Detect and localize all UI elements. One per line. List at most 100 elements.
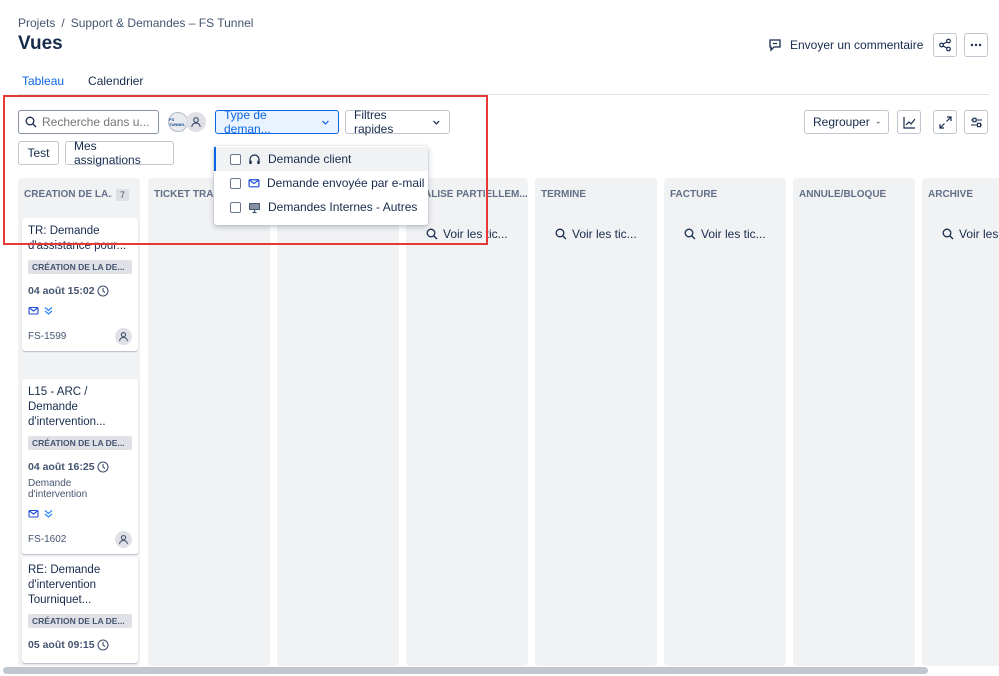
card-due-date: 05 août 09:15	[28, 639, 132, 651]
feedback-label: Envoyer un commentaire	[790, 38, 924, 52]
group-by-button[interactable]: Regrouper	[804, 110, 889, 134]
option-checkbox[interactable]	[230, 153, 241, 165]
clock-icon	[96, 285, 109, 297]
search-input[interactable]	[42, 115, 152, 129]
card-date-text: 04 août 15:02	[28, 285, 95, 297]
person-icon	[119, 332, 128, 342]
column-annule-bloque: ANNULÉ/BLOQUÉ	[793, 178, 915, 666]
column-hidden	[277, 178, 399, 666]
view-tickets-link[interactable]: Voir les tic...	[555, 227, 637, 241]
card-request-type: Demande d'intervention	[28, 478, 88, 500]
breadcrumb: Projets / Support & Demandes – FS Tunnel	[18, 16, 253, 30]
search-icon	[25, 116, 37, 128]
board-card[interactable]: TR: Demande d'assistance pour... CRÉATIO…	[22, 218, 138, 351]
search-icon	[942, 228, 954, 240]
page-title: Vues	[18, 33, 63, 54]
column-count: 7	[116, 189, 130, 201]
view-tabs: Tableau Calendrier	[18, 74, 147, 96]
card-key[interactable]: FS-1599	[28, 331, 66, 342]
breadcrumb-project-link[interactable]: Support & Demandes – FS Tunnel	[71, 16, 254, 30]
sliders-icon	[970, 117, 982, 127]
breadcrumb-projects-link[interactable]: Projets	[18, 16, 55, 30]
chevron-down-icon	[876, 121, 880, 124]
status-badge: CRÉATION DE LA DE...	[28, 614, 132, 628]
board-card[interactable]: L15 - ARC / Demande d'intervention... CR…	[22, 379, 138, 554]
person-icon	[191, 117, 201, 128]
assignee-avatars: FS TUNNEL	[168, 112, 206, 132]
column-title: ARCHIVÉ	[928, 189, 974, 200]
tab-calendrier[interactable]: Calendrier	[84, 74, 147, 96]
view-tickets-link[interactable]: Voir les tic...	[684, 227, 766, 241]
dropdown-option-internes[interactable]: Demandes Internes - Autres	[214, 195, 428, 219]
option-label: Demande client	[268, 152, 352, 166]
view-tickets-label: Voir les tic...	[572, 227, 637, 241]
my-assignments-button[interactable]: Mes assignations	[65, 139, 174, 167]
option-label: Demande envoyée par e-mail	[267, 176, 425, 190]
view-tickets-label: Voir les	[959, 227, 999, 241]
card-due-date: 04 août 15:02	[28, 285, 132, 297]
quick-filters-button[interactable]: Filtres rapides	[345, 108, 450, 136]
quick-filters-label: Filtres rapides	[354, 108, 394, 136]
view-tickets-link[interactable]: Voir les	[942, 227, 998, 241]
card-title: L15 - ARC / Demande d'intervention...	[28, 386, 106, 428]
column-title: ALISÉ PARTIELLEM...	[424, 189, 528, 200]
feedback-button[interactable]: Envoyer un commentaire	[768, 38, 923, 52]
column-title: TICKET TRAI	[154, 189, 217, 200]
type-filter-button[interactable]: Type de deman...	[215, 108, 339, 136]
dropdown-option-demande-client[interactable]: Demande client	[214, 147, 428, 171]
line-chart-icon	[902, 116, 915, 129]
board-card[interactable]: RE: Demande d'intervention Tourniquet...…	[22, 557, 138, 663]
board-horizontal-scrollbar[interactable]	[3, 667, 928, 674]
card-date-text: 05 août 09:15	[28, 639, 95, 651]
search-icon	[684, 228, 696, 240]
mail-icon	[248, 179, 260, 188]
expand-icon	[938, 115, 952, 129]
unassigned-avatar[interactable]	[186, 112, 206, 132]
card-date-text: 04 août 16:25	[28, 461, 95, 473]
card-title: RE: Demande d'intervention Tourniquet...	[28, 564, 101, 606]
fullscreen-button[interactable]	[933, 110, 957, 134]
column-archive: ARCHIVÉ Voir les	[922, 178, 999, 666]
mail-icon	[28, 306, 39, 315]
column-title: FACTURÉ	[670, 189, 718, 200]
column-ticket-traite: TICKET TRAI	[148, 178, 270, 666]
card-footer: FS-1602	[28, 531, 132, 548]
card-assignee-avatar[interactable]	[115, 531, 132, 548]
headset-icon	[249, 153, 260, 164]
view-tickets-label: Voir les tic...	[443, 227, 508, 241]
column-termine: TERMINÉ Voir les tic...	[535, 178, 657, 666]
share-button[interactable]	[933, 33, 957, 57]
dropdown-option-email[interactable]: Demande envoyée par e-mail	[214, 171, 428, 195]
insights-button[interactable]	[897, 110, 921, 134]
share-icon	[939, 38, 951, 52]
priority-lowest-icon	[44, 510, 53, 518]
clock-icon	[96, 461, 109, 473]
card-key[interactable]: FS-1602	[28, 534, 66, 545]
search-icon	[426, 228, 438, 240]
option-label: Demandes Internes - Autres	[268, 200, 418, 214]
chevron-down-icon	[322, 120, 329, 125]
option-checkbox[interactable]	[230, 201, 241, 213]
ellipsis-icon	[970, 43, 982, 47]
tabs-divider	[18, 94, 989, 95]
search-box[interactable]	[18, 110, 159, 134]
view-settings-button[interactable]	[964, 110, 988, 134]
fs-tunnel-avatar[interactable]: FS TUNNEL	[168, 112, 188, 132]
status-badge: CRÉATION DE LA DE...	[28, 260, 132, 274]
priority-lowest-icon	[44, 307, 53, 315]
status-badge: CRÉATION DE LA DE...	[28, 436, 132, 450]
tab-tableau[interactable]: Tableau	[18, 74, 69, 96]
type-filter-label: Type de deman...	[224, 108, 271, 136]
view-tickets-label: Voir les tic...	[701, 227, 766, 241]
search-icon	[555, 228, 567, 240]
avatar-logo-text: FS TUNNEL	[169, 117, 186, 127]
card-assignee-avatar[interactable]	[115, 328, 132, 345]
view-tickets-link[interactable]: Voir les tic...	[426, 227, 508, 241]
option-checkbox[interactable]	[230, 177, 241, 189]
column-facture: FACTURÉ Voir les tic...	[664, 178, 786, 666]
card-due-date: 04 août 16:25	[28, 461, 132, 473]
mail-icon	[28, 509, 39, 518]
test-filter-button[interactable]: Test	[18, 141, 59, 165]
more-actions-button[interactable]	[964, 33, 988, 57]
group-by-label: Regrouper	[813, 115, 870, 129]
